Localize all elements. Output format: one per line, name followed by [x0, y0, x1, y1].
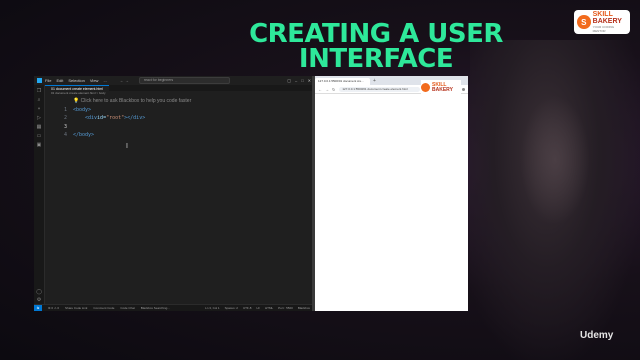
window-controls: ▢ – □ ✕ [287, 78, 311, 83]
search-icon[interactable]: ⌕ [36, 98, 42, 103]
code-string: "root" [106, 115, 125, 121]
code-hint-line: 💡 Click here to ask Blackbox to help you… [45, 97, 312, 106]
nav-back-forward-icon[interactable]: ← → [120, 78, 129, 83]
code-line: 3 [45, 123, 312, 132]
remote-indicator-icon[interactable]: ⇋ [34, 305, 42, 311]
run-debug-icon[interactable]: ▷ [36, 116, 42, 121]
brand-name-line-2: BAKERY [592, 18, 622, 25]
command-center-search[interactable]: react for beginners [138, 77, 230, 84]
code-text: ></div> [124, 115, 146, 121]
close-icon[interactable]: ✕ [308, 78, 311, 83]
address-bar[interactable]: 127.0.0.1:5500/01 document create elemen… [339, 86, 421, 92]
blackbox-hint-text[interactable]: Click here to ask Blackbox to help you c… [81, 98, 192, 104]
minimize-icon[interactable]: – [295, 78, 297, 83]
browser-window: 127.0.0.1:5500/01 document cre... + ← → … [315, 76, 468, 311]
new-tab-button[interactable]: + [373, 78, 376, 84]
line-number: 4 [63, 132, 67, 138]
status-cursor-position[interactable]: Ln 3, Col 1 [205, 306, 220, 310]
lightbulb-icon: 💡 [73, 98, 80, 104]
status-problems[interactable]: ⊗ 0 ⚠ 0 [48, 306, 59, 310]
code-text: <body> [73, 106, 92, 113]
blackbox-icon[interactable]: ▣ [36, 143, 42, 148]
status-code-chat[interactable]: Code Chat [120, 306, 134, 310]
headline-line-2: INTERFACE [298, 44, 454, 74]
skill-bakery-icon: S [577, 15, 591, 29]
status-language[interactable]: HTML [265, 306, 273, 310]
skill-bakery-small-icon [421, 83, 430, 92]
code-attr: id= [97, 115, 107, 121]
remote-explorer-icon[interactable]: ▭ [36, 134, 42, 139]
status-eol[interactable]: LF [256, 306, 260, 310]
code-editor[interactable]: 💡 Click here to ask Blackbox to help you… [45, 97, 312, 140]
vscode-window: File Edit Selection View ... ← → react f… [34, 76, 314, 311]
editor-area: 01 document create element.html 01 docum… [45, 84, 312, 305]
status-share-code[interactable]: Share Code Link [65, 306, 87, 310]
forward-icon[interactable]: → [325, 87, 329, 92]
maximize-icon[interactable]: □ [301, 78, 303, 83]
browser-tab[interactable]: 127.0.0.1:5500/01 document cre... [315, 78, 370, 85]
line-number: 1 [63, 106, 67, 113]
breadcrumb[interactable]: 01 document create element.html > body [45, 91, 312, 96]
status-comment-code[interactable]: Comment Code [93, 306, 114, 310]
code-text: </body> [73, 132, 95, 138]
brand-logo-badge: S SKILL BAKERY YOUR CODING MENTOR [574, 10, 630, 34]
slide-headline: CREATING A USER INTERFACE [226, 21, 526, 74]
status-live-server[interactable]: Port : 5500 [278, 306, 293, 310]
menu-file[interactable]: File [45, 78, 51, 83]
menu-view[interactable]: View [90, 78, 99, 83]
extensions-icon[interactable]: ▦ [36, 125, 42, 130]
browser-menu-icon[interactable] [462, 87, 465, 91]
udemy-watermark: Udemy [580, 330, 614, 341]
menu-edit[interactable]: Edit [56, 78, 63, 83]
code-line: 4 </body> [45, 131, 312, 140]
status-encoding[interactable]: UTF-8 [243, 306, 252, 310]
menu-more[interactable]: ... [103, 78, 106, 83]
explorer-icon[interactable]: ❐ [36, 89, 42, 94]
status-blackbox[interactable]: Blackbox [298, 306, 310, 310]
code-line: 1 <body> [45, 106, 312, 115]
browser-brand-overlay: SKILL BAKERY [421, 80, 461, 95]
activity-bar: ❐ ⌕ ⑂ ▷ ▦ ▭ ▣ ◯ ⚙ [34, 85, 45, 305]
browser-brand-line-2: BAKERY [432, 86, 453, 93]
reload-icon[interactable]: ↻ [332, 87, 335, 92]
line-number: 3 [63, 123, 67, 130]
source-control-icon[interactable]: ⑂ [36, 107, 42, 112]
back-icon[interactable]: ← [318, 87, 322, 92]
code-text: <div [85, 115, 98, 121]
brand-name-line-1: SKILL [592, 11, 613, 18]
account-icon[interactable]: ◯ [36, 290, 42, 295]
mouse-cursor-icon: I [126, 143, 128, 150]
vscode-logo-icon [37, 78, 42, 83]
menu-selection[interactable]: Selection [68, 78, 84, 83]
background-hands [520, 95, 590, 225]
status-bar: ⇋ ⊗ 0 ⚠ 0 Share Code Link Comment Code C… [34, 304, 314, 311]
status-blackbox-search[interactable]: Blackbox Searching... [141, 306, 170, 310]
line-number: 2 [63, 115, 67, 121]
code-line: 2 <div id= "root" ></div> [45, 114, 312, 123]
brand-tagline: YOUR CODING MENTOR [592, 25, 615, 33]
status-indent[interactable]: Spaces: 2 [225, 306, 238, 310]
settings-gear-icon[interactable]: ⚙ [36, 298, 42, 303]
layout-icon[interactable]: ▢ [287, 78, 291, 83]
